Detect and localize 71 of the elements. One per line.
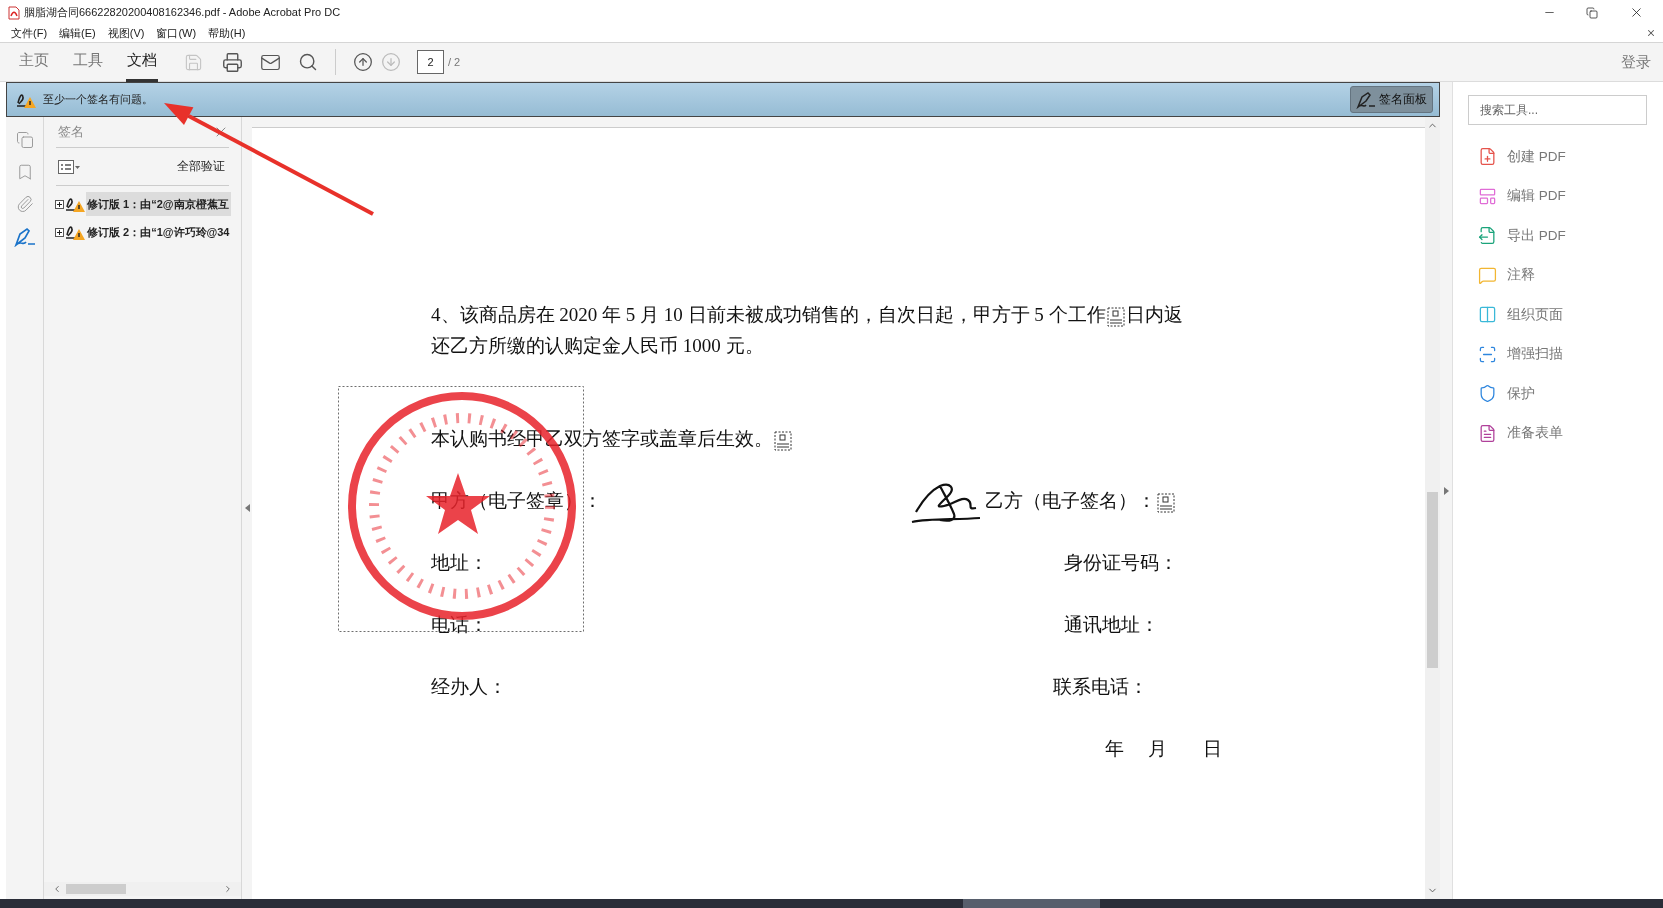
pdf-file-icon — [8, 5, 20, 20]
date-label: 日 — [1203, 737, 1222, 761]
verify-all-button[interactable]: 全部验证 — [177, 157, 225, 176]
search-icon[interactable] — [298, 52, 318, 72]
toolbar-tab[interactable]: 主页 — [18, 42, 50, 82]
page-total: / 2 — [448, 54, 461, 70]
form-icon[interactable] — [1478, 423, 1497, 443]
form-label: 地址： — [431, 552, 488, 573]
expand-icon[interactable] — [55, 227, 64, 237]
expand-icon[interactable] — [55, 199, 64, 209]
window-title: 胭脂湖合同66622820200408162346.pdf - Adobe Acrobat Pro DC — [24, 5, 341, 21]
collapse-left-icon[interactable] — [244, 504, 250, 512]
menu-item[interactable]: 编辑(E) — [59, 28, 96, 39]
print-icon[interactable] — [222, 51, 243, 73]
date-label: 月 — [1148, 737, 1167, 761]
form-label: 身份证号码： — [1064, 551, 1178, 575]
pen-signature-icon — [1356, 90, 1376, 109]
close-icon[interactable] — [1629, 5, 1644, 20]
form-label: 电话： — [431, 614, 488, 635]
form-label: 通讯地址： — [1064, 613, 1159, 637]
signature-pen-icon[interactable] — [13, 227, 36, 247]
page-number-field[interactable]: 2 — [417, 50, 444, 74]
file-plus-icon[interactable] — [1478, 147, 1497, 167]
menu-item[interactable]: 文件(F) — [11, 28, 48, 39]
form-label: 经办人： — [431, 676, 507, 697]
pages-icon[interactable] — [1478, 305, 1497, 325]
menu-item[interactable]: 窗口(W) — [156, 28, 197, 39]
tool-item[interactable]: 增强扫描 — [1507, 344, 1563, 365]
sign-in-button[interactable]: 登录 — [1621, 50, 1651, 74]
signature-revision-item[interactable]: 修订版 1：由“2@南京橙蕉互 — [86, 191, 231, 217]
file-export-icon[interactable] — [1478, 226, 1497, 246]
shield-icon[interactable] — [1478, 384, 1497, 404]
scroll-right-icon[interactable] — [223, 884, 233, 894]
tool-item[interactable]: 编辑 PDF — [1507, 186, 1566, 207]
scrollbar-thumb[interactable] — [1427, 492, 1438, 668]
horizontal-scrollbar[interactable] — [44, 882, 241, 896]
tool-item[interactable]: 导出 PDF — [1507, 225, 1566, 246]
pages-icon[interactable] — [15, 131, 34, 149]
tool-item[interactable]: 保护 — [1507, 383, 1535, 404]
scroll-left-icon[interactable] — [52, 884, 62, 894]
signature-panel-button[interactable]: 签名面板 — [1350, 86, 1433, 113]
document-text: 还乙方所缴的认购定金人民币 1000 元。 — [431, 334, 765, 358]
list-view-icon[interactable] — [58, 159, 80, 174]
restore-icon[interactable] — [1586, 6, 1598, 19]
tool-item[interactable]: 创建 PDF — [1507, 146, 1566, 167]
document-text: 4、该商品房在 2020 年 5 月 10 日前未被成功销售的，自次日起，甲方于 5 个工作 日内返 — [431, 303, 1184, 329]
tool-item[interactable]: 注释 — [1507, 265, 1535, 286]
banner-message: 至少一个签名有问题。 — [43, 92, 153, 108]
form-label: 联系电话： — [1053, 675, 1148, 699]
vertical-scrollbar[interactable] — [1425, 117, 1440, 899]
close-document-icon[interactable] — [1646, 28, 1656, 38]
signature-revision-item[interactable]: 修订版 2：由“1@许巧玲@34 — [86, 219, 232, 245]
search-tools-field[interactable]: 搜索工具... — [1468, 95, 1647, 125]
collapse-right-icon[interactable] — [1443, 486, 1449, 495]
seal-stamp-drawing[interactable] — [338, 386, 584, 632]
signature-warning-icon — [64, 195, 86, 213]
form-label: 甲方（电子签章）： — [431, 490, 602, 511]
toolbar-tab[interactable]: 工具 — [72, 42, 104, 82]
tool-item[interactable]: 准备表单 — [1507, 423, 1563, 444]
panel-title: 签名 — [58, 123, 84, 142]
signature-warning-icon — [64, 223, 86, 241]
placeholder-glyph-icon — [1106, 306, 1125, 327]
scanner-icon[interactable] — [1478, 344, 1497, 364]
menu-item[interactable]: 视图(V) — [107, 28, 145, 39]
form-label: 乙方（电子签名）： — [985, 485, 1176, 516]
menu-item[interactable]: 帮助(H) — [208, 28, 246, 39]
tool-item[interactable]: 组织页面 — [1507, 304, 1563, 325]
paperclip-icon[interactable] — [15, 195, 34, 213]
previous-page-icon[interactable] — [353, 52, 373, 72]
layout-icon[interactable] — [1478, 186, 1497, 206]
date-label: 年 — [1105, 737, 1124, 761]
